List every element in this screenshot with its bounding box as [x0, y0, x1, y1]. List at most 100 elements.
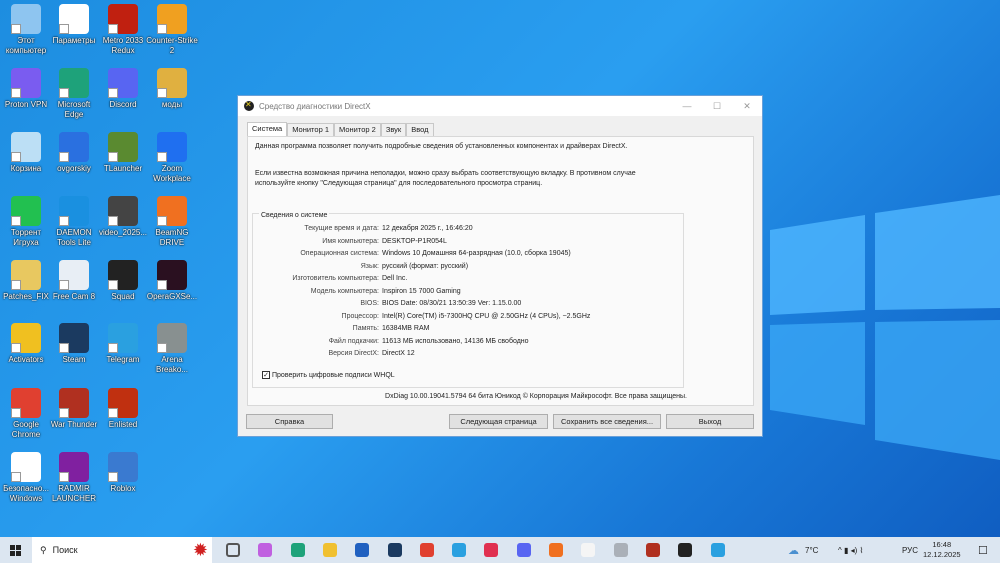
language-indicator[interactable]: РУС	[902, 546, 918, 555]
app-icon	[108, 68, 138, 98]
desktop-icon-label: Metro 2033 Redux	[102, 36, 144, 55]
whql-checkbox[interactable]: ✓ Проверить цифровые подписи WHQL	[262, 371, 395, 379]
close-button[interactable]: ✕	[732, 101, 762, 112]
clock[interactable]: 16:48 12.12.2025	[923, 540, 961, 560]
system-tab-panel: Данная программа позволяет получить подр…	[247, 136, 754, 406]
desktop-icon[interactable]: Telegram	[97, 323, 149, 365]
taskbar-telegram-2-icon[interactable]	[710, 543, 725, 557]
desktop-icon[interactable]: Торрент Игруха	[0, 196, 52, 248]
taskbar-copilot-icon[interactable]	[258, 543, 273, 557]
desktop-icon[interactable]: Enlisted	[97, 388, 149, 430]
desktop-icon-label: Торрент Игруха	[10, 228, 42, 247]
next-page-button[interactable]: Следующая страница	[449, 414, 548, 429]
app-icon	[108, 132, 138, 162]
weather-temp[interactable]: 7°C	[805, 546, 818, 555]
help-button[interactable]: Справка	[246, 414, 333, 429]
taskbar-store-icon[interactable]	[355, 543, 370, 557]
windows-logo-wallpaper	[770, 195, 1000, 460]
info-value: 11613 МБ использовано, 14136 МБ свободно	[382, 337, 529, 345]
group-title: Сведения о системе	[259, 212, 330, 219]
taskbar-app-gray-icon[interactable]	[613, 543, 628, 557]
start-button[interactable]	[10, 545, 21, 556]
tab-monitor-2[interactable]: Монитор 2	[334, 123, 381, 136]
search-box[interactable]: ⚲ Поиск ✹	[32, 537, 212, 563]
taskbar-steam-icon[interactable]	[387, 543, 402, 557]
taskbar-explorer-icon[interactable]	[322, 543, 337, 557]
desktop-icon[interactable]: Patches_FIX	[0, 260, 52, 302]
maximize-button[interactable]: ☐	[702, 101, 732, 112]
desktop-icon[interactable]: Steam	[48, 323, 100, 365]
save-all-button[interactable]: Сохранить все сведения...	[553, 414, 661, 429]
tray-overflow-icon[interactable]: ^ ▮ ◂) ⌇	[838, 546, 863, 555]
taskbar-directx-icon[interactable]	[678, 543, 693, 557]
taskbar-war-thunder-icon[interactable]	[645, 543, 660, 557]
tab-input[interactable]: Ввод	[406, 123, 434, 136]
desktop-icon-label: Zoom Workplace	[153, 164, 191, 183]
desktop-icon[interactable]: Этот компьютер	[0, 4, 52, 56]
minimize-button[interactable]: —	[672, 101, 702, 112]
tab-sound[interactable]: Звук	[380, 123, 407, 136]
desktop-icon[interactable]: Discord	[97, 68, 149, 110]
app-icon	[59, 452, 89, 482]
desktop-icon-label: Roblox	[110, 484, 136, 493]
app-icon	[157, 132, 187, 162]
app-icon	[108, 323, 138, 353]
desktop-icon[interactable]: Counter-Strike 2	[146, 4, 198, 56]
info-value: BIOS Date: 08/30/21 13:50:39 Ver: 1.15.0…	[382, 300, 522, 307]
tab-system[interactable]: Система	[247, 122, 288, 136]
tab-monitor-1[interactable]: Монитор 1	[287, 123, 335, 136]
desktop-icon[interactable]: Free Cam 8	[48, 260, 100, 302]
desktop-icon[interactable]: Параметры	[48, 4, 100, 46]
app-icon	[59, 196, 89, 226]
taskbar-telegram-icon[interactable]	[452, 543, 467, 557]
app-icon	[157, 323, 187, 353]
desktop-icon[interactable]: DAEMON Tools Lite	[48, 196, 100, 248]
desktop-icon[interactable]: Arena Breako...	[146, 323, 198, 375]
desktop-icon[interactable]: Activators	[0, 323, 52, 365]
taskbar-document-icon[interactable]	[581, 543, 596, 557]
info-key: Изготовитель компьютера:	[292, 275, 379, 282]
exit-button[interactable]: Выход	[666, 414, 754, 429]
desktop-icon-label: Free Cam 8	[52, 292, 96, 301]
app-icon	[108, 196, 138, 226]
title-bar[interactable]: Средство диагностики DirectX — ☐ ✕	[238, 96, 762, 116]
desktop-icon[interactable]: Microsoft Edge	[48, 68, 100, 120]
desktop-icon-label: Patches_FIX	[3, 292, 49, 301]
taskbar-beamng-icon[interactable]	[549, 543, 563, 557]
taskbar-discord-icon[interactable]	[516, 543, 531, 557]
desktop-icon[interactable]: Metro 2033 Redux	[97, 4, 149, 56]
info-key: Операционная система:	[300, 250, 379, 257]
info-key: Имя компьютера:	[322, 237, 379, 245]
notifications-icon[interactable]: ☐	[978, 544, 988, 557]
weather-icon[interactable]: ☁	[788, 544, 799, 557]
info-key: Файл подкачки:	[328, 337, 379, 345]
desktop-icon[interactable]: RADMIR LAUNCHER	[48, 452, 100, 504]
taskbar-task-view-icon[interactable]	[226, 543, 240, 557]
desktop-icon[interactable]: Proton VPN	[0, 68, 52, 110]
info-key: Память:	[352, 325, 379, 332]
taskbar-opera-icon[interactable]	[484, 543, 499, 557]
taskbar-edge-icon[interactable]	[290, 543, 305, 557]
desktop-icon[interactable]: Google Chrome	[0, 388, 52, 440]
date: 12.12.2025	[923, 550, 961, 559]
desktop-icon[interactable]: ovgorskiy	[48, 132, 100, 174]
desktop-icon[interactable]: Roblox	[97, 452, 149, 494]
search-icon: ⚲	[40, 544, 47, 555]
desktop-icon-label: Enlisted	[108, 420, 138, 429]
taskbar-chrome-icon[interactable]	[419, 543, 434, 557]
checkmark-icon[interactable]: ✓	[262, 371, 270, 379]
app-icon	[108, 388, 138, 418]
desktop-icon-label: Discord	[109, 100, 137, 109]
desktop-icon-label: моды	[161, 100, 183, 109]
desktop-icon[interactable]: Zoom Workplace	[146, 132, 198, 184]
desktop-icon[interactable]: OperaGXSe...	[146, 260, 198, 302]
desktop-icon[interactable]: Безопасно... Windows	[0, 452, 52, 504]
desktop-icon[interactable]: Корзина	[0, 132, 52, 174]
desktop-icon[interactable]: BeamNG DRIVE	[146, 196, 198, 248]
desktop-icon[interactable]: TLauncher	[97, 132, 149, 174]
desktop-icon[interactable]: War Thunder	[48, 388, 100, 430]
desktop-icon[interactable]: моды	[146, 68, 198, 110]
info-key: Модель компьютера:	[310, 287, 379, 295]
desktop-icon[interactable]: video_2025...	[97, 196, 149, 238]
desktop-icon[interactable]: Squad	[97, 260, 149, 302]
